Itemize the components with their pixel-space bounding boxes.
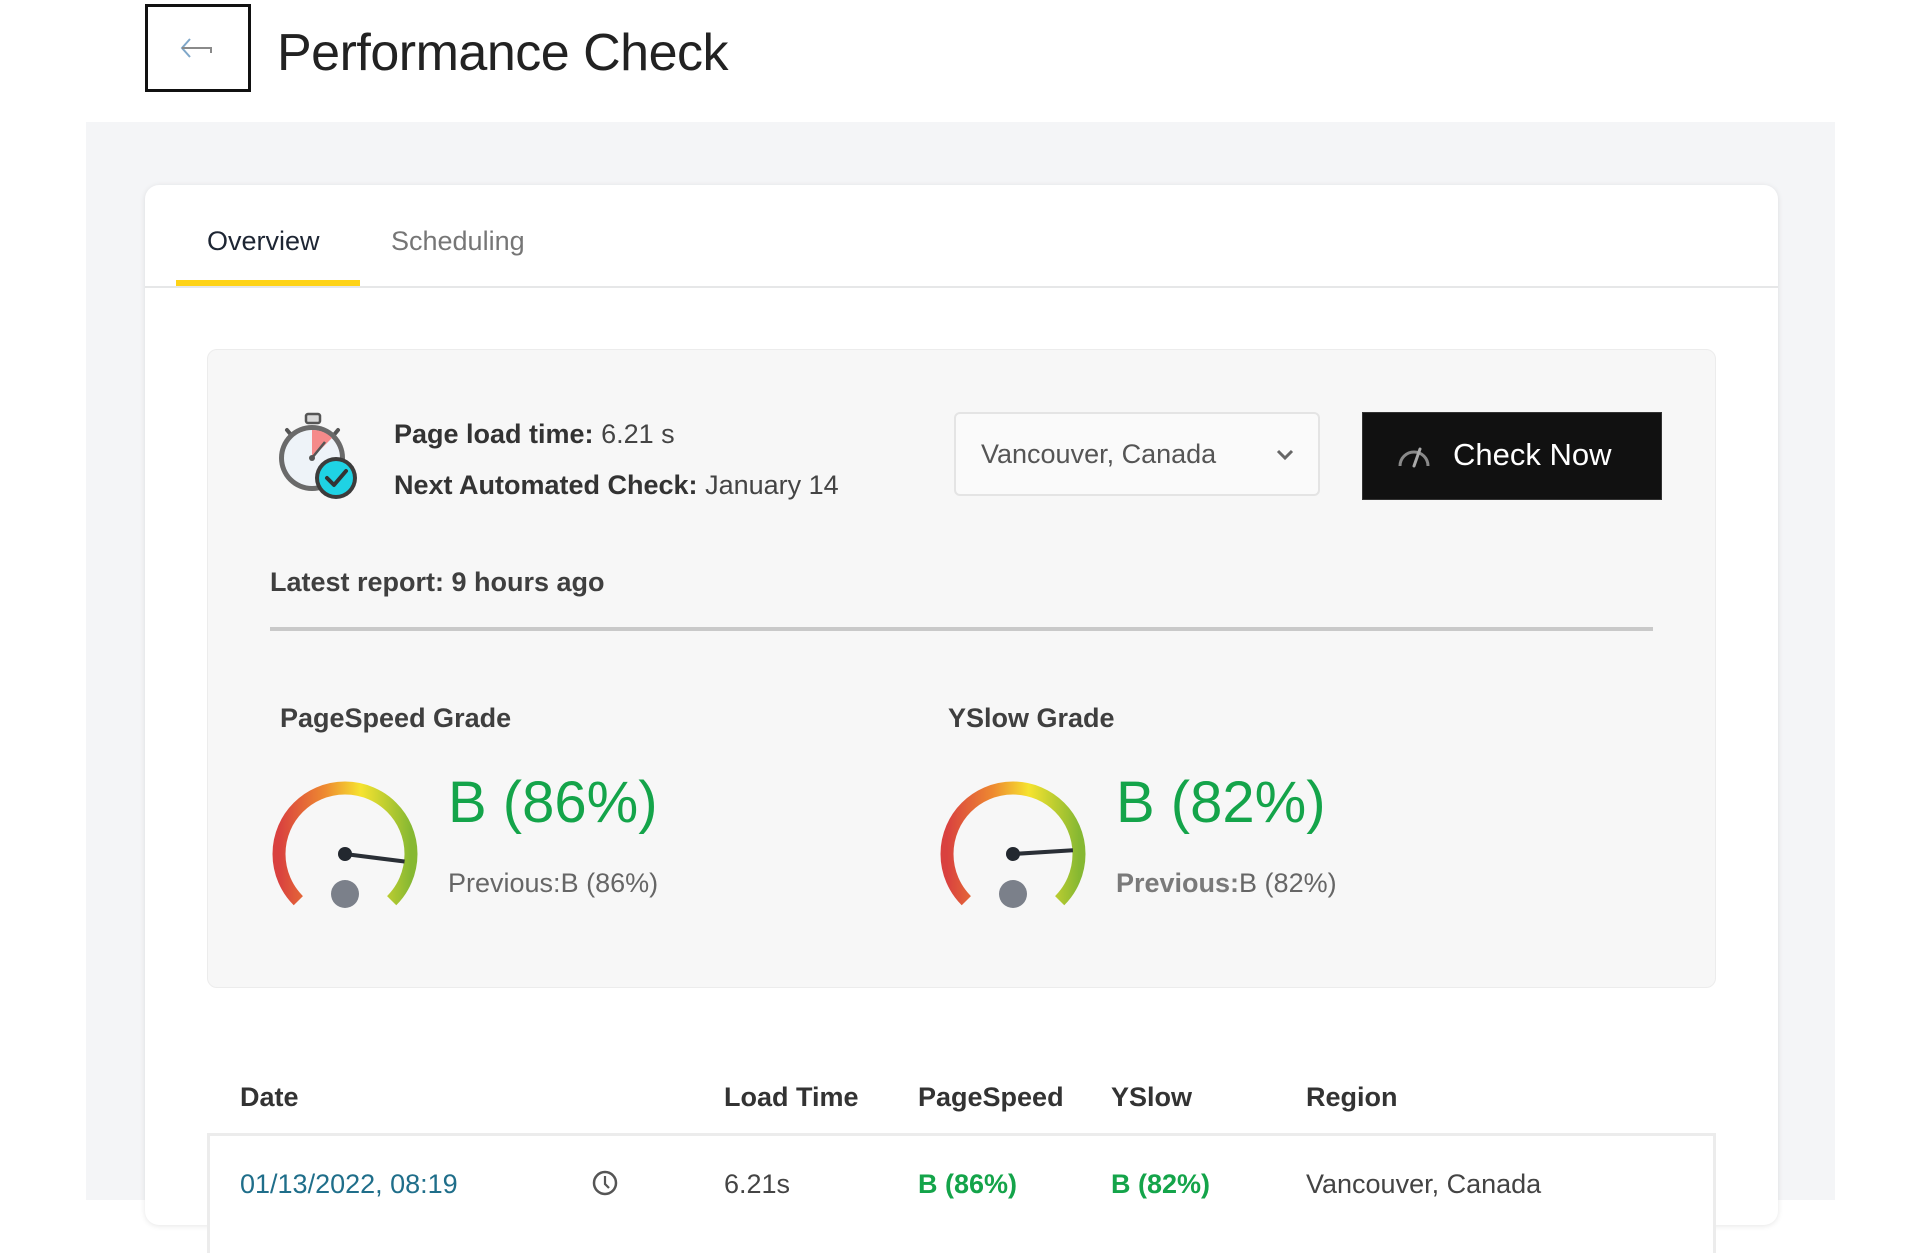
clock-icon[interactable] xyxy=(591,1169,619,1197)
previous-value: B (82%) xyxy=(1239,868,1337,898)
pagespeed-title: PageSpeed Grade xyxy=(280,703,512,733)
page-load-value: 6.21 s xyxy=(601,419,675,449)
gauge-needle xyxy=(344,852,405,864)
gauge-hub xyxy=(338,847,352,861)
tab-scheduling[interactable]: Scheduling xyxy=(391,221,525,261)
pagespeed-value: B (86%) xyxy=(448,770,658,835)
yslow-previous: Previous:B (82%) xyxy=(1116,865,1337,901)
performance-card: Overview Scheduling Page load time: 6.21… xyxy=(145,185,1778,1253)
stopwatch-check-icon xyxy=(279,412,357,499)
divider xyxy=(270,627,1653,631)
gauge-hub xyxy=(1006,847,1020,861)
column-yslow[interactable]: YSlow xyxy=(1111,1079,1192,1115)
page-title: Performance Check xyxy=(277,24,729,82)
arrow-left-icon xyxy=(180,38,212,58)
yslow-grade: YSlow Grade B (82%) Previous:B (82%) xyxy=(928,700,1528,920)
gauge-needle xyxy=(1012,848,1074,856)
latest-report: Latest report: 9 hours ago xyxy=(270,567,605,597)
region-select-value: Vancouver, Canada xyxy=(981,439,1217,469)
region-select[interactable]: Vancouver, Canada xyxy=(954,412,1320,496)
page-load-time: Page load time: 6.21 s xyxy=(394,416,675,452)
row-region: Vancouver, Canada xyxy=(1306,1169,1542,1199)
table-row[interactable]: 01/13/2022, 08:19 6.21s B (86%) B (82%) … xyxy=(207,1133,1716,1253)
row-pagespeed: B (86%) xyxy=(918,1169,1018,1199)
column-pagespeed[interactable]: PageSpeed xyxy=(918,1079,1064,1115)
summary-panel: Page load time: 6.21 s Next Automated Ch… xyxy=(207,349,1716,988)
speedometer-icon xyxy=(1398,447,1430,468)
check-now-button[interactable]: Check Now xyxy=(1362,412,1662,500)
check-now-label: Check Now xyxy=(1453,437,1612,472)
row-load-time: 6.21s xyxy=(724,1169,791,1199)
gauge-base-dot xyxy=(331,880,359,908)
tab-overview[interactable]: Overview xyxy=(207,221,320,261)
next-check-value: January 14 xyxy=(705,470,839,500)
tab-bar: Overview Scheduling xyxy=(145,185,1778,288)
row-date[interactable]: 01/13/2022, 08:19 xyxy=(240,1166,458,1202)
next-check-label: Next Automated Check: xyxy=(394,470,698,500)
column-load-time[interactable]: Load Time xyxy=(724,1079,859,1115)
pagespeed-grade: PageSpeed Grade B (86%) Previous:B (86%) xyxy=(260,700,860,920)
column-date[interactable]: Date xyxy=(240,1079,299,1115)
column-region[interactable]: Region xyxy=(1306,1079,1398,1115)
yslow-gauge xyxy=(940,781,1086,908)
page-load-label: Page load time: xyxy=(394,419,594,449)
pagespeed-previous: Previous:B (86%) xyxy=(448,865,658,901)
next-automated-check: Next Automated Check: January 14 xyxy=(394,467,839,503)
yslow-value: B (82%) xyxy=(1116,770,1326,835)
previous-label: Previous: xyxy=(448,868,561,898)
previous-value: B (86%) xyxy=(560,868,659,898)
pagespeed-gauge xyxy=(272,781,418,908)
row-yslow: B (82%) xyxy=(1111,1169,1211,1199)
table-header: Date Load Time PageSpeed YSlow Region xyxy=(207,1073,1716,1123)
previous-label: Previous: xyxy=(1116,868,1240,898)
yslow-title: YSlow Grade xyxy=(948,703,1115,733)
back-button[interactable] xyxy=(145,4,251,92)
active-tab-indicator xyxy=(176,280,360,286)
gauge-base-dot xyxy=(999,880,1027,908)
chevron-down-icon xyxy=(1276,449,1294,461)
